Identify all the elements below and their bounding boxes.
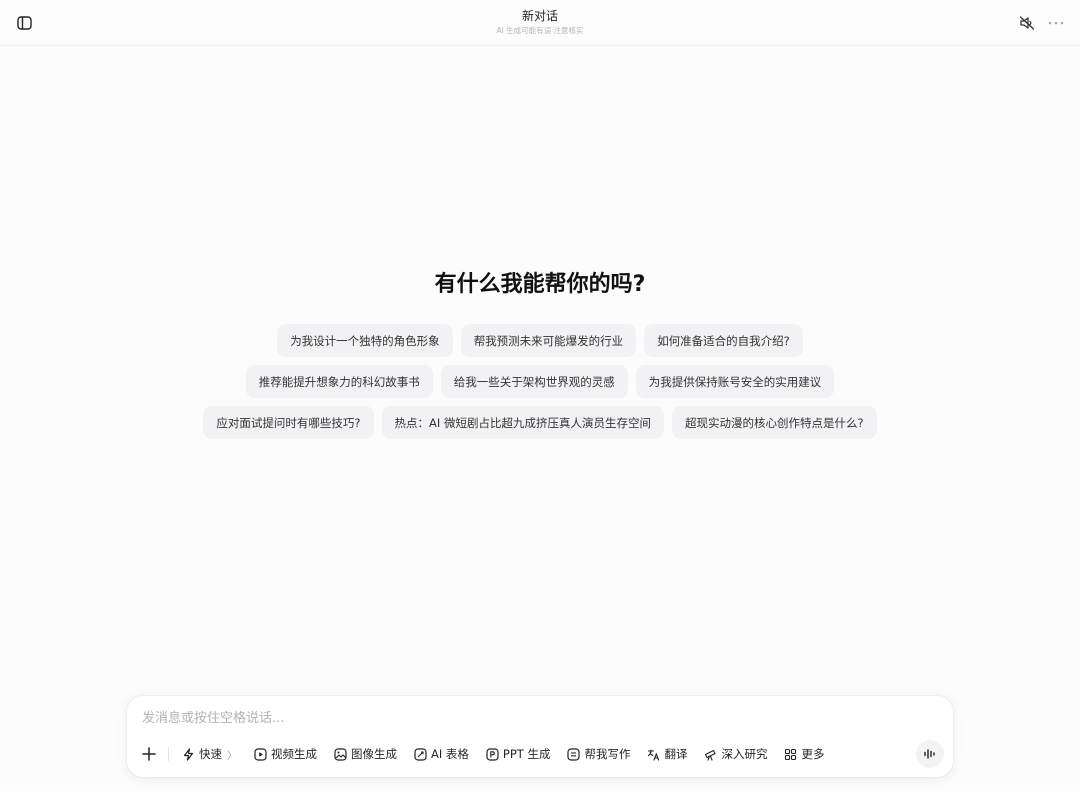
- suggestion-chip[interactable]: 推荐能提升想象力的科幻故事书: [245, 365, 433, 398]
- conversation-title-block: 新对话 AI 生成可能有误 注意核实: [0, 8, 1080, 37]
- toolbar-divider: [168, 747, 169, 761]
- message-input[interactable]: [142, 708, 902, 728]
- tool-label: 快速: [199, 747, 222, 761]
- suggestion-row-3: 应对面试提问时有哪些技巧? 热点：AI 微短剧占比超九成挤压真人演员生存空间 超…: [0, 406, 1080, 439]
- video-generation-button[interactable]: 视频生成: [254, 746, 317, 762]
- writing-assistant-button[interactable]: 帮我写作: [567, 746, 630, 762]
- telescope-icon: [705, 749, 717, 761]
- tool-label: 深入研究: [721, 747, 768, 761]
- ppt-generation-button[interactable]: PPT 生成: [486, 746, 551, 762]
- tool-label: AI 表格: [431, 747, 469, 761]
- suggestion-chip[interactable]: 给我一些关于架构世界观的灵感: [440, 365, 628, 398]
- speaker-muted-icon[interactable]: [1018, 14, 1036, 32]
- tool-label: 视频生成: [271, 747, 317, 761]
- suggestion-chip[interactable]: 为我提供保持账号安全的实用建议: [635, 365, 835, 398]
- video-icon: [254, 747, 267, 761]
- lightning-icon: [183, 747, 194, 761]
- table-icon: [414, 747, 427, 761]
- ellipsis-icon[interactable]: [1046, 14, 1066, 32]
- ai-disclaimer: AI 生成可能有误 注意核实: [496, 26, 584, 35]
- suggestion-chip[interactable]: 超现实动漫的核心创作特点是什么?: [671, 406, 877, 439]
- suggestion-chip[interactable]: 如何准备适合的自我介绍?: [644, 324, 803, 357]
- top-bar: 新对话 AI 生成可能有误 注意核实: [0, 0, 1080, 46]
- welcome-heading: 有什么我能帮你的吗?: [434, 272, 646, 297]
- tool-label: 更多: [801, 747, 825, 761]
- tool-label: 翻译: [664, 747, 688, 761]
- write-icon: [567, 747, 581, 761]
- tool-label: 帮我写作: [584, 747, 631, 761]
- suggestion-row-2: 推荐能提升想象力的科幻故事书 给我一些关于架构世界观的灵感 为我提供保持账号安全…: [0, 365, 1080, 398]
- suggestion-chip[interactable]: 帮我预测未来可能爆发的行业: [460, 324, 637, 357]
- chevron-right-icon: 〉: [227, 750, 237, 762]
- voice-input-button[interactable]: [916, 740, 944, 768]
- composer-toolbar: 快速 〉 视频生成 图像生成 AI 表格 PPT 生成 帮我写作 翻译 深入研究…: [139, 742, 841, 766]
- plus-icon: [142, 747, 156, 761]
- tool-label: 图像生成: [351, 747, 397, 761]
- add-attachment-button[interactable]: [139, 744, 159, 764]
- mode-quick-button[interactable]: 快速 〉: [182, 746, 237, 762]
- conversation-title: 新对话: [521, 9, 558, 23]
- grid-icon: [785, 748, 797, 760]
- translate-icon: [648, 748, 660, 761]
- translate-button[interactable]: 翻译: [647, 746, 687, 762]
- deep-research-button[interactable]: 深入研究: [704, 746, 767, 762]
- voice-waveform-icon: [924, 749, 935, 759]
- ai-table-button[interactable]: AI 表格: [414, 746, 469, 762]
- suggestion-row-1: 为我设计一个独特的角色形象 帮我预测未来可能爆发的行业 如何准备适合的自我介绍?: [0, 324, 1080, 357]
- more-tools-button[interactable]: 更多: [784, 746, 824, 762]
- image-icon: [334, 747, 347, 761]
- tool-label: PPT 生成: [502, 747, 551, 761]
- message-composer: 快速 〉 视频生成 图像生成 AI 表格 PPT 生成 帮我写作 翻译: [127, 696, 953, 777]
- suggestion-chip[interactable]: 热点：AI 微短剧占比超九成挤压真人演员生存空间: [381, 406, 664, 439]
- image-generation-button[interactable]: 图像生成: [334, 746, 397, 762]
- suggestion-chip[interactable]: 为我设计一个独特的角色形象: [277, 324, 453, 357]
- ppt-icon: [486, 747, 499, 761]
- suggestion-chip[interactable]: 应对面试提问时有哪些技巧?: [203, 406, 374, 439]
